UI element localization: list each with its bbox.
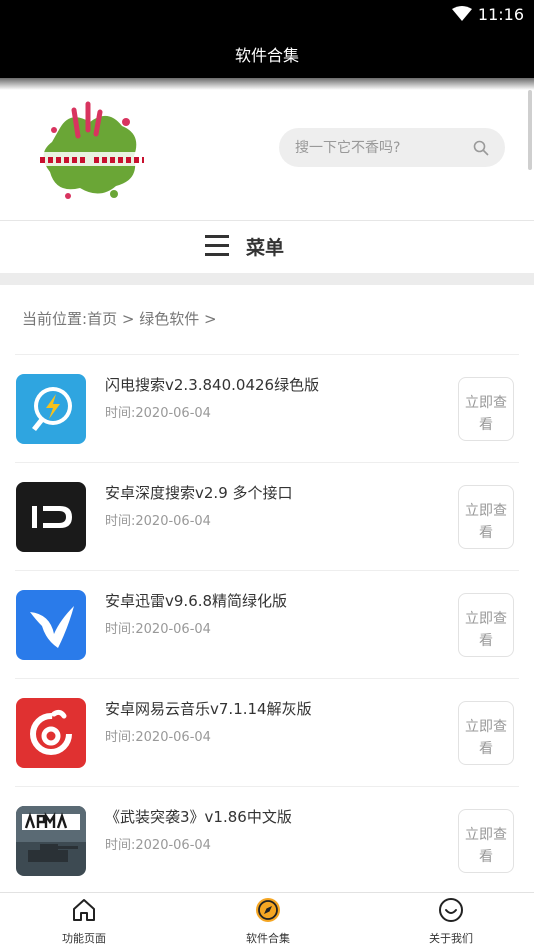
breadcrumb-separator: > [121,310,135,328]
lightning-search-icon[interactable] [16,374,86,444]
list-item[interactable]: 《武装突袭3》v1.86中文版 时间:2020-06-04 立即查看 [15,786,519,894]
breadcrumb: 当前位置:首页 > 绿色软件 > [22,308,217,329]
home-icon[interactable] [71,897,97,923]
breadcrumb-home[interactable]: 首页 [87,310,117,328]
hamburger-icon[interactable] [205,235,229,257]
compass-icon[interactable] [255,897,281,923]
tab-function-page[interactable]: 功能页面 [24,893,144,950]
search-bar[interactable] [279,128,505,167]
item-title[interactable]: 安卓网易云音乐v7.1.14解灰版 [105,698,312,719]
view-now-button[interactable]: 立即查看 [458,701,514,765]
view-now-button[interactable]: 立即查看 [458,377,514,441]
menu-label[interactable]: 菜单 [246,233,284,260]
item-date: 时间:2020-06-04 [105,514,211,529]
list-item[interactable]: 安卓迅雷v9.6.8精简绿化版 时间:2020-06-04 立即查看 [15,570,519,678]
site-logo[interactable] [30,100,152,208]
item-date: 时间:2020-06-04 [105,838,211,853]
page-title: 软件合集 [0,30,534,78]
item-title[interactable]: 闪电搜索v2.3.840.0426绿色版 [105,374,319,395]
item-date: 时间:2020-06-04 [105,730,211,745]
tab-software-collection[interactable]: 软件合集 [208,893,328,950]
bottom-tab-bar: 功能页面 软件合集 关于我们 [0,892,534,949]
breadcrumb-separator: > [204,310,217,328]
breadcrumb-prefix: 当前位置: [22,310,88,328]
tab-label[interactable]: 关于我们 [391,930,511,946]
list-item[interactable]: 安卓网易云音乐v7.1.14解灰版 时间:2020-06-04 立即查看 [15,678,519,786]
software-list: 闪电搜索v2.3.840.0426绿色版 时间:2020-06-04 立即查看 … [15,354,519,894]
section-separator [0,273,534,285]
list-item[interactable]: 闪电搜索v2.3.840.0426绿色版 时间:2020-06-04 立即查看 [15,354,519,462]
item-date: 时间:2020-06-04 [105,406,211,421]
view-now-button[interactable]: 立即查看 [458,485,514,549]
tab-label[interactable]: 软件合集 [208,930,328,946]
scrollbar[interactable] [528,90,532,170]
search-input[interactable] [295,128,465,167]
item-date: 时间:2020-06-04 [105,622,211,637]
arma-game-icon[interactable] [16,806,86,876]
smile-icon[interactable] [438,897,464,923]
item-title[interactable]: 安卓深度搜索v2.9 多个接口 [105,482,293,503]
view-now-button[interactable]: 立即查看 [458,593,514,657]
tab-about-us[interactable]: 关于我们 [391,893,511,950]
tab-label[interactable]: 功能页面 [24,930,144,946]
thunder-bird-icon[interactable] [16,590,86,660]
search-icon[interactable] [473,140,489,156]
status-bar: 11:16 [0,0,534,30]
item-title[interactable]: 《武装突袭3》v1.86中文版 [105,806,292,827]
wifi-icon [452,6,472,21]
status-time: 11:16 [477,5,524,24]
view-now-button[interactable]: 立即查看 [458,809,514,873]
menu-toggle[interactable]: 菜单 [0,221,534,273]
title-shadow [0,78,534,90]
breadcrumb-category[interactable]: 绿色软件 [139,310,199,328]
list-item[interactable]: 安卓深度搜索v2.9 多个接口 时间:2020-06-04 立即查看 [15,462,519,570]
deep-search-icon[interactable] [16,482,86,552]
netease-music-icon[interactable] [16,698,86,768]
item-title[interactable]: 安卓迅雷v9.6.8精简绿化版 [105,590,287,611]
